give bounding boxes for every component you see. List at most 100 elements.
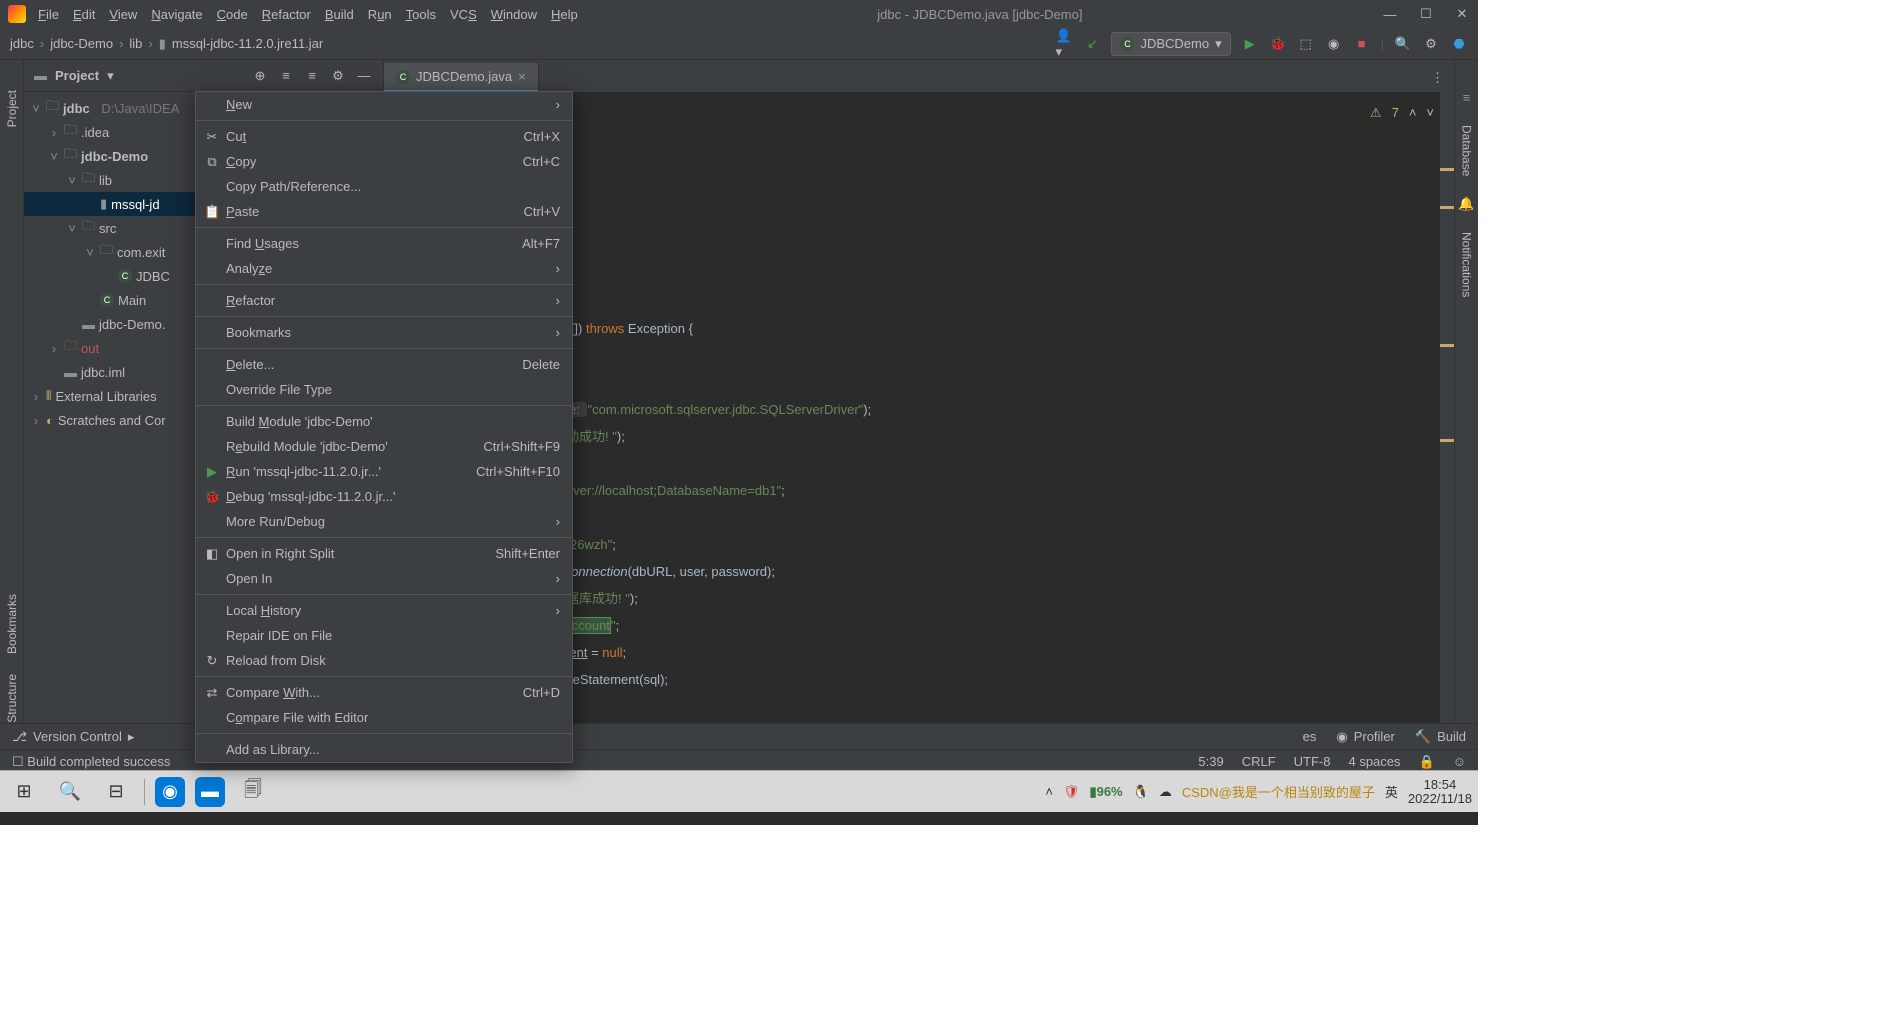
run-icon[interactable]: ▶ [1241, 35, 1259, 53]
tray-icon[interactable]: ˄ [1045, 784, 1053, 799]
breadcrumb-item[interactable]: lib [129, 36, 142, 51]
menu-help[interactable]: Help [551, 7, 578, 22]
settings-icon[interactable]: ⚙ [1422, 35, 1440, 53]
context-menu-item[interactable]: ⇄Compare With...Ctrl+D [196, 680, 572, 705]
hide-icon[interactable]: — [355, 67, 373, 85]
chevron-down-icon[interactable]: ▾ [107, 68, 114, 84]
run-config-selector[interactable]: C JDBCDemo ▾ [1111, 32, 1230, 56]
status-tool-icon[interactable]: ☐ [12, 754, 24, 770]
context-menu-item[interactable]: Add as Library... [196, 737, 572, 762]
warning-icon[interactable]: ⚠ [1370, 100, 1382, 126]
context-menu[interactable]: New› ✂CutCtrl+X⧉CopyCtrl+CCopy Path/Refer… [195, 91, 573, 763]
task-view-icon[interactable]: ⊟ [98, 774, 134, 810]
battery-indicator[interactable]: ▮96% [1089, 784, 1122, 800]
menu-build[interactable]: Build [325, 7, 354, 22]
tray-icon[interactable]: 🐧 [1133, 784, 1149, 800]
context-menu-item[interactable]: Find UsagesAlt+F7 [196, 231, 572, 256]
vcs-update-icon[interactable]: ↙ [1083, 35, 1101, 53]
context-menu-item[interactable]: ▶Run 'mssql-jdbc-11.2.0.jr...'Ctrl+Shift… [196, 459, 572, 484]
build-tab[interactable]: 🔨Build [1415, 729, 1466, 745]
select-opened-icon[interactable]: ⊕ [251, 67, 269, 85]
context-menu-item[interactable]: 📋PasteCtrl+V [196, 199, 572, 224]
profiler-tab[interactable]: ◉Profiler [1336, 729, 1395, 745]
profile-icon[interactable]: ◉ [1325, 35, 1343, 53]
context-menu-item[interactable]: ✂CutCtrl+X [196, 124, 572, 149]
tray-icon[interactable]: 🛡 [1063, 784, 1080, 800]
debug-icon[interactable]: 🐞 [1269, 35, 1287, 53]
breadcrumb-item[interactable]: jdbc [10, 36, 34, 51]
file-encoding[interactable]: UTF-8 [1294, 754, 1331, 769]
editor-tab[interactable]: C JDBCDemo.java × [384, 63, 539, 92]
indent-setting[interactable]: 4 spaces [1348, 754, 1400, 769]
menu-navigate[interactable]: Navigate [151, 7, 202, 22]
editor-more-icon[interactable]: ⋮ [1421, 64, 1454, 92]
version-control-tab[interactable]: ⎇Version Control▸ [12, 729, 134, 745]
menu-run[interactable]: Run [368, 7, 392, 22]
context-menu-item[interactable]: ⧉CopyCtrl+C [196, 149, 572, 174]
menu-vcs[interactable]: VCS [450, 7, 477, 22]
breadcrumb[interactable]: jdbc› jdbc-Demo› lib› ▮ mssql-jdbc-11.2.… [10, 36, 323, 52]
taskbar-app[interactable]: ▬ [195, 777, 225, 807]
context-menu-item[interactable]: Rebuild Module 'jdbc-Demo'Ctrl+Shift+F9 [196, 434, 572, 459]
context-menu-item[interactable]: Override File Type [196, 377, 572, 402]
breadcrumb-item[interactable]: mssql-jdbc-11.2.0.jre11.jar [172, 36, 323, 51]
context-menu-item[interactable]: Copy Path/Reference... [196, 174, 572, 199]
context-menu-item[interactable]: ◧Open in Right SplitShift+Enter [196, 541, 572, 566]
minimize-button[interactable]: — [1382, 6, 1398, 22]
notifications-tool-button[interactable]: Notifications [1460, 232, 1474, 297]
next-highlight-icon[interactable]: ˅ [1426, 100, 1434, 126]
structure-tool-button[interactable]: Structure [5, 674, 19, 723]
clock[interactable]: 18:54 2022/11/18 [1408, 778, 1472, 806]
code-with-me-icon[interactable]: ⬣ [1450, 35, 1468, 53]
collapse-all-icon[interactable]: ≡ [303, 67, 321, 85]
context-menu-item[interactable]: More Run/Debug› [196, 509, 572, 534]
context-menu-item[interactable]: Local History› [196, 598, 572, 623]
menu-refactor[interactable]: Refactor [262, 7, 311, 22]
breadcrumb-item[interactable]: jdbc-Demo [50, 36, 113, 51]
start-button[interactable]: ⊞ [6, 774, 42, 810]
editor-scrollbar[interactable] [1440, 92, 1454, 723]
menu-edit[interactable]: Edit [73, 7, 95, 22]
context-menu-item[interactable]: Compare File with Editor [196, 705, 572, 730]
context-menu-item[interactable]: Delete...Delete [196, 352, 572, 377]
stop-icon[interactable]: ■ [1353, 35, 1371, 53]
menu-file[interactable]: File [38, 7, 59, 22]
context-menu-item[interactable]: Build Module 'jdbc-Demo' [196, 409, 572, 434]
context-menu-item[interactable]: New› [196, 92, 572, 117]
context-menu-item[interactable]: Repair IDE on File [196, 623, 572, 648]
context-menu-item[interactable]: ↻Reload from Disk [196, 648, 572, 673]
context-menu-item[interactable]: 🐞Debug 'mssql-jdbc-11.2.0.jr...' [196, 484, 572, 509]
user-icon[interactable]: 👤▾ [1055, 35, 1073, 53]
bell-icon[interactable]: 🔔 [1458, 196, 1474, 212]
context-menu-item[interactable]: Open In› [196, 566, 572, 591]
cursor-position[interactable]: 5:39 [1198, 754, 1223, 769]
context-menu-item[interactable]: Bookmarks› [196, 320, 572, 345]
gear-icon[interactable]: ⚙ [329, 67, 347, 85]
context-menu-item[interactable]: Refactor› [196, 288, 572, 313]
menu-view[interactable]: View [109, 7, 137, 22]
close-button[interactable]: ✕ [1454, 6, 1470, 22]
database-icon[interactable]: ≡ [1463, 90, 1471, 105]
memory-icon[interactable]: ☺ [1453, 754, 1466, 769]
coverage-icon[interactable]: ⬚ [1297, 35, 1315, 53]
database-tool-button[interactable]: Database [1460, 125, 1474, 176]
ime-indicator[interactable]: 英 [1385, 782, 1398, 801]
menu-code[interactable]: Code [217, 7, 248, 22]
menu-window[interactable]: Window [491, 7, 537, 22]
readonly-icon[interactable]: 🔒 [1419, 754, 1435, 770]
context-menu-item[interactable]: Analyze› [196, 256, 572, 281]
tray-icon[interactable]: ☁ [1159, 784, 1172, 800]
project-tool-button[interactable]: Project [5, 90, 19, 127]
prev-highlight-icon[interactable]: ˄ [1409, 100, 1417, 126]
es-tab[interactable]: es [1303, 729, 1317, 744]
search-icon[interactable]: 🔍 [52, 774, 88, 810]
taskbar-app[interactable]: 🗐 [235, 774, 271, 810]
tab-close-icon[interactable]: × [518, 69, 526, 84]
maximize-button[interactable]: ☐ [1418, 6, 1434, 22]
menu-tools[interactable]: Tools [406, 7, 436, 22]
expand-all-icon[interactable]: ≡ [277, 67, 295, 85]
taskbar-app[interactable]: ◉ [155, 777, 185, 807]
bookmarks-tool-button[interactable]: Bookmarks [5, 594, 19, 654]
search-icon[interactable]: 🔍 [1394, 35, 1412, 53]
line-separator[interactable]: CRLF [1242, 754, 1276, 769]
